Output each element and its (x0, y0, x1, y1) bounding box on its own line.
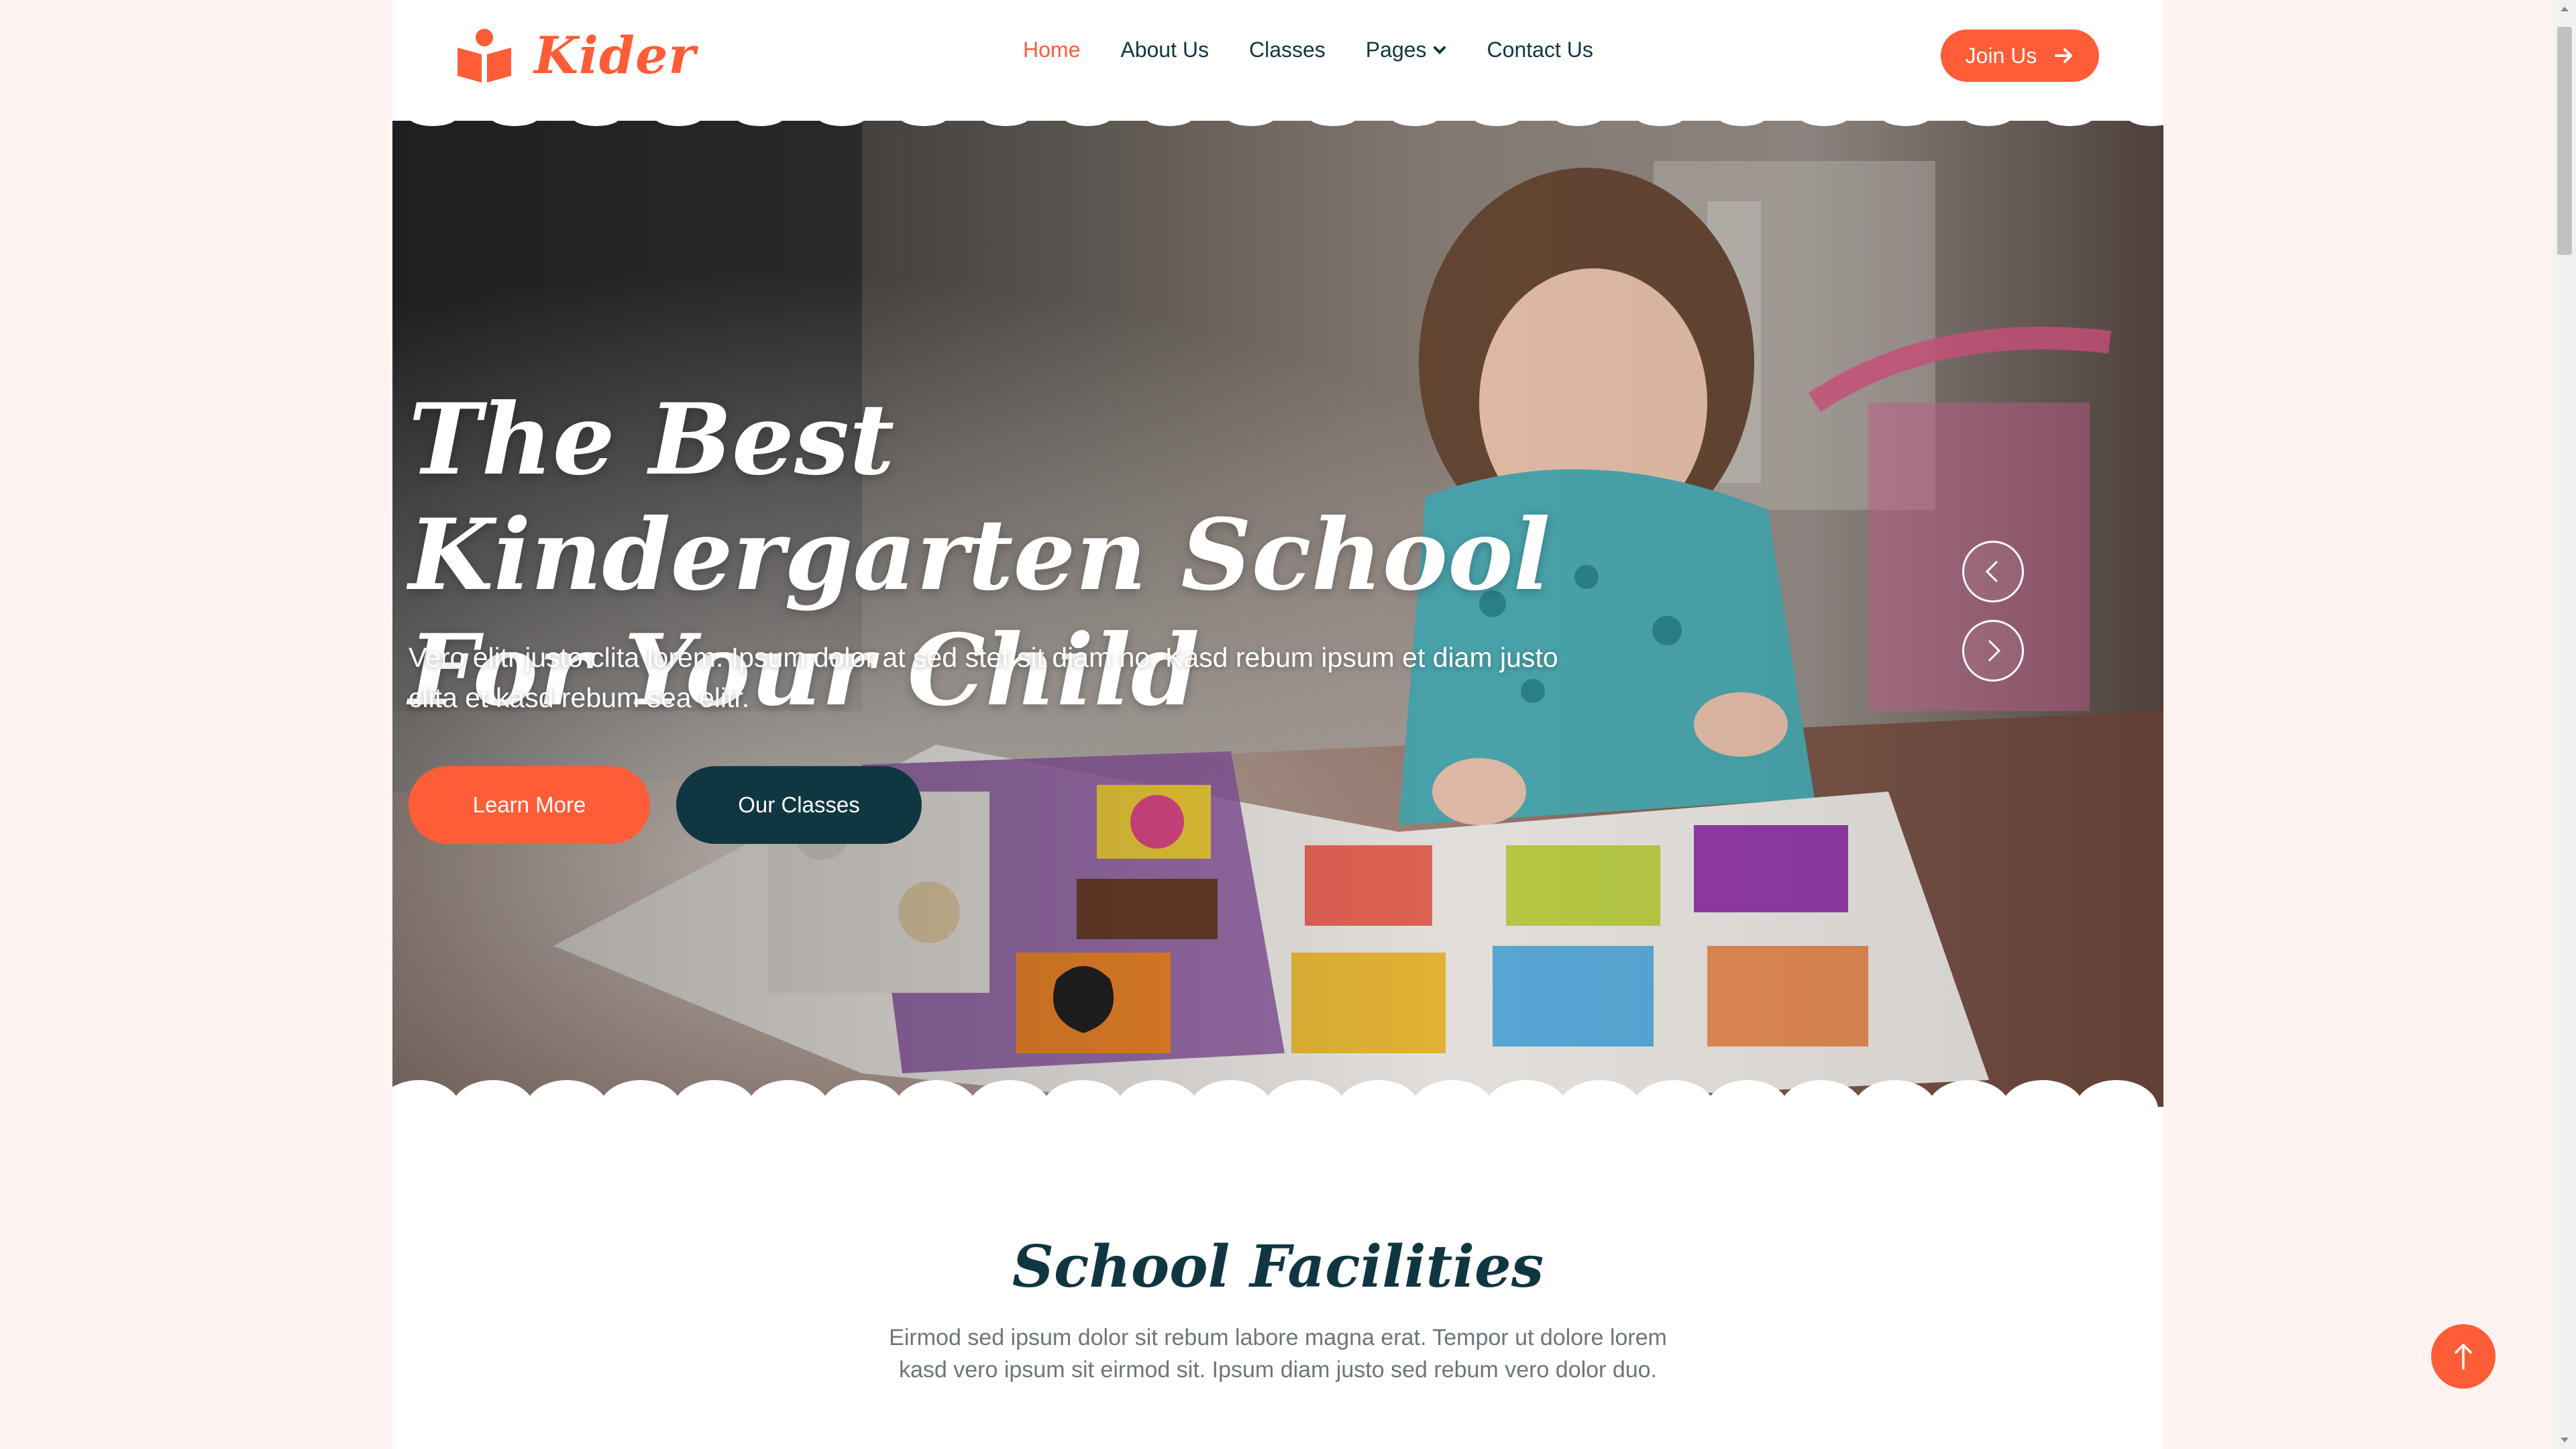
chevron-right-icon (1988, 640, 2001, 661)
brand-name: Kider (534, 25, 696, 85)
facilities-description: Eirmod sed ipsum dolor sit rebum labore … (889, 1325, 1667, 1383)
scallop-divider-bottom (392, 1080, 2163, 1117)
nav-contact-us[interactable]: Contact Us (1487, 38, 1593, 62)
carousel-prev-button[interactable] (1962, 541, 2024, 602)
back-to-top-button[interactable] (2431, 1324, 2496, 1389)
nav-pages-label: Pages (1365, 38, 1427, 62)
scallop-divider-top (392, 107, 2163, 126)
carousel-next-button[interactable] (1962, 620, 2024, 682)
scrollbar-thumb[interactable] (2557, 27, 2572, 255)
nav-classes[interactable]: Classes (1249, 38, 1326, 62)
page-scrollbar[interactable] (2553, 0, 2576, 1449)
chevron-left-icon (1985, 561, 1998, 582)
page-container: Kider Home About Us Classes Pages Contac… (392, 0, 2163, 1449)
join-us-label: Join Us (1965, 43, 2037, 68)
brand-logo[interactable]: Kider (456, 25, 696, 85)
arrow-right-icon (2055, 48, 2073, 63)
book-reader-icon (458, 28, 511, 83)
arrow-up-icon (2455, 1344, 2472, 1370)
scroll-down-icon (2561, 1438, 2569, 1442)
facilities-title: School Facilities (1012, 1233, 1544, 1301)
learn-more-button[interactable]: Learn More (409, 766, 650, 844)
chevron-down-icon (1433, 46, 1446, 54)
navbar: Kider Home About Us Classes Pages Contac… (392, 0, 2163, 121)
join-us-button[interactable]: Join Us (1941, 30, 2099, 82)
main-nav: Home About Us Classes Pages Contact Us (1023, 38, 1633, 62)
hero-carousel: The Best Kindergarten School For Your Ch… (392, 121, 2163, 1114)
hero-title-line-1: The Best Kindergarten School (409, 382, 1551, 612)
nav-about-us[interactable]: About Us (1120, 38, 1209, 62)
scroll-up-icon (2561, 7, 2569, 11)
our-classes-button[interactable]: Our Classes (676, 766, 922, 844)
nav-home[interactable]: Home (1023, 38, 1080, 62)
hero-description: Vero elitr justo clita lorem. Ipsum dolo… (409, 642, 1558, 713)
nav-pages[interactable]: Pages (1366, 38, 1447, 62)
